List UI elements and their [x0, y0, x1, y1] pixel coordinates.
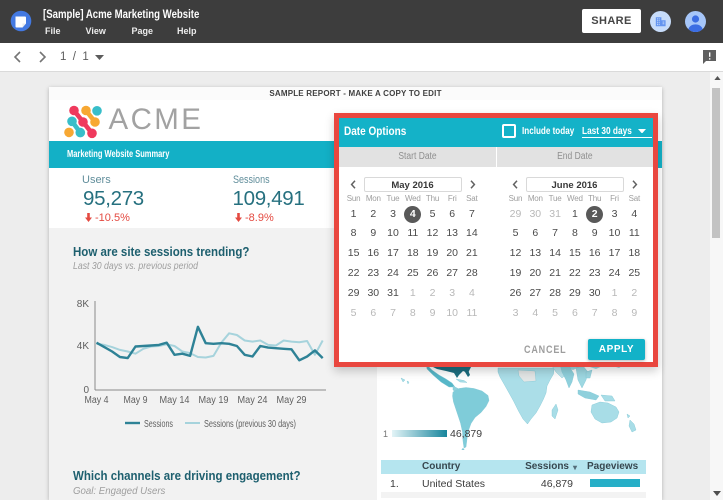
svg-text:May 19: May 19	[199, 395, 229, 406]
svg-text:Sessions: Sessions	[144, 419, 173, 430]
svg-text:May 14: May 14	[160, 395, 190, 406]
svg-text:May 4: May 4	[85, 395, 109, 406]
svg-text:May 24: May 24	[238, 395, 268, 406]
svg-text:8K: 8K	[77, 299, 90, 310]
svg-text:May 9: May 9	[124, 395, 148, 406]
svg-text:4K: 4K	[77, 341, 90, 352]
svg-text:Sessions (previous 30 days): Sessions (previous 30 days)	[204, 419, 296, 430]
svg-text:May 29: May 29	[277, 395, 307, 406]
